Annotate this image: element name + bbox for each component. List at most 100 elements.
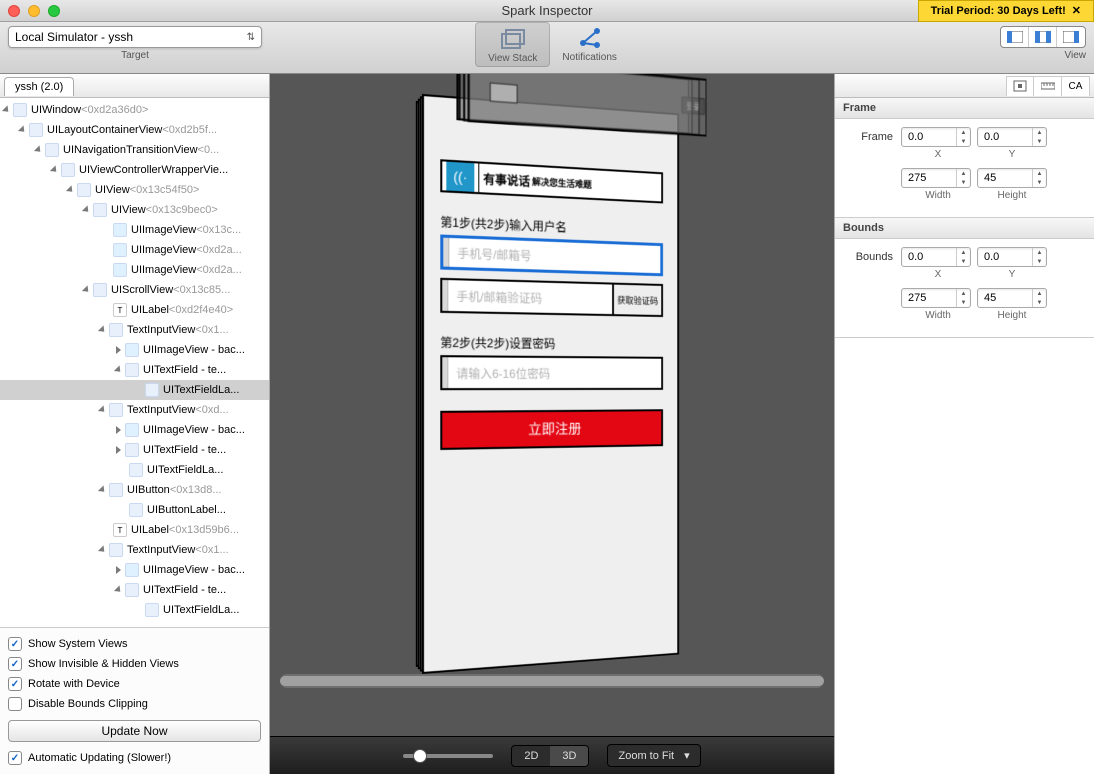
scrollbar-thumb[interactable]: [280, 676, 824, 686]
tree-node[interactable]: UITextFieldLa...: [0, 380, 269, 400]
stepper-up-icon[interactable]: ▲: [957, 128, 970, 137]
tree-node[interactable]: UIButton <0x13d8...: [0, 480, 269, 500]
stepper-down-icon[interactable]: ▼: [1033, 298, 1046, 307]
notifications-button[interactable]: Notifications: [550, 22, 628, 67]
disclosure-icon[interactable]: [116, 446, 121, 454]
tree-node[interactable]: UITextField - te...: [0, 360, 269, 380]
disclosure-icon[interactable]: [2, 105, 11, 114]
tree-node[interactable]: UIButtonLabel...: [0, 500, 269, 520]
tree-node[interactable]: TextInputView <0x1...: [0, 320, 269, 340]
node-address: <0...: [198, 144, 220, 156]
close-window-icon[interactable]: [8, 5, 20, 17]
bounds-y-stepper[interactable]: 0.0▲▼: [977, 247, 1047, 267]
disclosure-icon[interactable]: [98, 485, 107, 494]
tree-node[interactable]: UIImageView <0x13c...: [0, 220, 269, 240]
tree-node[interactable]: UITextField - te...: [0, 440, 269, 460]
stepper-up-icon[interactable]: ▲: [1033, 289, 1046, 298]
stepper-down-icon[interactable]: ▼: [1033, 178, 1046, 187]
tree-node[interactable]: TUILabel <0x13d59b6...: [0, 520, 269, 540]
zoom-window-icon[interactable]: [48, 5, 60, 17]
auto-update-checkbox[interactable]: ✓Automatic Updating (Slower!): [8, 748, 261, 768]
tree-node[interactable]: UIImageView - bac...: [0, 560, 269, 580]
ruler-tab-icon[interactable]: [1034, 76, 1062, 96]
tree-node[interactable]: UIView <0x13c54f50>: [0, 180, 269, 200]
zoom-to-fit-button[interactable]: Zoom to Fit ▾: [607, 744, 700, 767]
slider-knob-icon[interactable]: [413, 749, 427, 763]
tree-node[interactable]: UILayoutContainerView <0xd2b5f...: [0, 120, 269, 140]
tree-node[interactable]: TextInputView <0xd...: [0, 400, 269, 420]
tab-yssh[interactable]: yssh (2.0): [4, 77, 74, 96]
close-icon[interactable]: ✕: [1072, 4, 1081, 17]
mode-3d-button[interactable]: 3D: [550, 746, 588, 766]
show-invisible-views-checkbox[interactable]: ✓Show Invisible & Hidden Views: [8, 654, 261, 674]
canvas-3d-view[interactable]: 登录 ((· 有事说话 解决您生活难题 第1步(共2步)输入用户名: [270, 74, 834, 736]
stepper-up-icon[interactable]: ▲: [1033, 248, 1046, 257]
tree-node[interactable]: UINavigationTransitionView <0...: [0, 140, 269, 160]
disclosure-icon[interactable]: [116, 566, 121, 574]
bounds-w-stepper[interactable]: 275▲▼: [901, 288, 971, 308]
tree-node[interactable]: TUILabel <0xd2f4e40>: [0, 300, 269, 320]
frame-h-stepper[interactable]: 45▲▼: [977, 168, 1047, 188]
tree-node[interactable]: UIImageView - bac...: [0, 420, 269, 440]
trial-badge[interactable]: Trial Period: 30 Days Left! ✕: [918, 0, 1094, 22]
disclosure-icon[interactable]: [116, 346, 121, 354]
stepper-down-icon[interactable]: ▼: [957, 298, 970, 307]
rotate-with-device-checkbox[interactable]: ✓Rotate with Device: [8, 674, 261, 694]
stepper-up-icon[interactable]: ▲: [957, 248, 970, 257]
disclosure-icon[interactable]: [98, 545, 107, 554]
stepper-down-icon[interactable]: ▼: [1033, 137, 1046, 146]
stepper-down-icon[interactable]: ▼: [1033, 257, 1046, 266]
tree-node[interactable]: UITextField - te...: [0, 580, 269, 600]
inspector-tab-icon[interactable]: [1006, 76, 1034, 96]
view-hierarchy-tree[interactable]: UIWindow <0xd2a36d0>UILayoutContainerVie…: [0, 98, 269, 627]
view-both-panels-icon[interactable]: [1029, 27, 1057, 47]
tree-node[interactable]: UIWindow <0xd2a36d0>: [0, 100, 269, 120]
disclosure-icon[interactable]: [114, 585, 123, 594]
stepper-up-icon[interactable]: ▲: [1033, 128, 1046, 137]
bounds-h-stepper[interactable]: 45▲▼: [977, 288, 1047, 308]
view-left-panel-icon[interactable]: [1001, 27, 1029, 47]
disable-bounds-clipping-checkbox[interactable]: Disable Bounds Clipping: [8, 694, 261, 714]
tree-node[interactable]: UIImageView <0xd2a...: [0, 240, 269, 260]
viewstack-button[interactable]: View Stack: [475, 22, 550, 67]
depth-slider[interactable]: [403, 754, 493, 758]
stepper-down-icon[interactable]: ▼: [957, 178, 970, 187]
tree-node[interactable]: UIScrollView <0x13c85...: [0, 280, 269, 300]
disclosure-icon[interactable]: [114, 365, 123, 374]
stepper-down-icon[interactable]: ▼: [957, 137, 970, 146]
tree-node[interactable]: UIView <0x13c9bec0>: [0, 200, 269, 220]
mode-2d-button[interactable]: 2D: [512, 746, 550, 766]
stepper-up-icon[interactable]: ▲: [957, 169, 970, 178]
view-mode-segmented[interactable]: 2D 3D: [511, 745, 589, 767]
disclosure-icon[interactable]: [82, 205, 91, 214]
disclosure-icon[interactable]: [66, 185, 75, 194]
tree-node[interactable]: UITextFieldLa...: [0, 600, 269, 620]
stepper-up-icon[interactable]: ▲: [1033, 169, 1046, 178]
view-mode-segmented[interactable]: [1000, 26, 1086, 48]
bounds-x-stepper[interactable]: 0.0▲▼: [901, 247, 971, 267]
horizontal-scrollbar[interactable]: [280, 674, 824, 688]
frame-y-stepper[interactable]: 0.0▲▼: [977, 127, 1047, 147]
disclosure-icon[interactable]: [98, 325, 107, 334]
stepper-up-icon[interactable]: ▲: [957, 289, 970, 298]
disclosure-icon[interactable]: [98, 405, 107, 414]
tree-node[interactable]: TextInputView <0x1...: [0, 540, 269, 560]
disclosure-icon[interactable]: [82, 285, 91, 294]
tree-node[interactable]: UIImageView <0xd2a...: [0, 260, 269, 280]
view-right-panel-icon[interactable]: [1057, 27, 1085, 47]
disclosure-icon[interactable]: [18, 125, 27, 134]
frame-w-stepper[interactable]: 275▲▼: [901, 168, 971, 188]
ca-tab[interactable]: CA: [1062, 76, 1090, 96]
update-now-button[interactable]: Update Now: [8, 720, 261, 742]
tree-node[interactable]: UIViewControllerWrapperVie...: [0, 160, 269, 180]
disclosure-icon[interactable]: [50, 165, 59, 174]
disclosure-icon[interactable]: [34, 145, 43, 154]
frame-x-stepper[interactable]: 0.0▲▼: [901, 127, 971, 147]
tree-node[interactable]: UIImageView - bac...: [0, 340, 269, 360]
stepper-down-icon[interactable]: ▼: [957, 257, 970, 266]
disclosure-icon[interactable]: [116, 426, 121, 434]
minimize-window-icon[interactable]: [28, 5, 40, 17]
tree-node[interactable]: UITextFieldLa...: [0, 460, 269, 480]
show-system-views-checkbox[interactable]: ✓Show System Views: [8, 634, 261, 654]
target-select[interactable]: Local Simulator - yssh ⇅: [8, 26, 262, 48]
